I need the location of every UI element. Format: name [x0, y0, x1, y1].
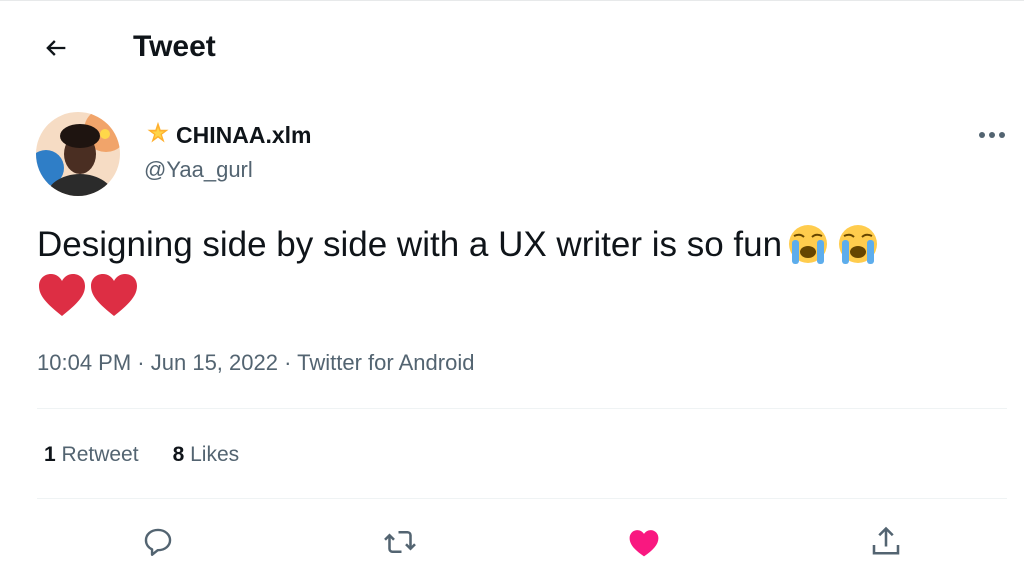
divider	[37, 498, 1007, 499]
red-heart-icon	[39, 274, 85, 316]
page-title: Tweet	[133, 30, 216, 63]
glowing-star-icon	[147, 121, 169, 143]
author-display-name[interactable]: CHINAA.xlm	[144, 120, 311, 150]
back-arrow-icon	[46, 40, 66, 56]
tweet-date[interactable]: Jun 15, 2022	[151, 350, 278, 375]
tweet-source[interactable]: Twitter for Android	[297, 350, 474, 375]
share-button[interactable]	[864, 520, 908, 564]
meta-separator: ·	[137, 350, 145, 375]
like-heart-filled-icon	[629, 530, 659, 557]
avatar[interactable]	[36, 112, 120, 196]
reply-button[interactable]	[136, 520, 180, 564]
tweet-text-content: Designing side by side with a UX writer …	[37, 225, 783, 264]
red-heart-icon	[91, 274, 137, 316]
tweet-text: Designing side by side with a UX writer …	[37, 222, 997, 268]
tweet-stats: 1 Retweet 8 Likes	[44, 440, 239, 470]
back-button[interactable]	[36, 28, 76, 68]
likes-count: 8	[172, 443, 185, 466]
divider	[37, 408, 1007, 409]
tweet-metadata: 10:04 PM · Jun 15, 2022 · Twitter for An…	[37, 348, 474, 378]
loudly-crying-face-icon	[789, 225, 828, 264]
author-name-text: CHINAA.xlm	[176, 122, 312, 148]
share-icon	[872, 526, 900, 555]
meta-separator: ·	[284, 350, 292, 375]
likes-label: Likes	[190, 443, 240, 466]
page-header: Tweet	[0, 0, 1024, 95]
retweet-button[interactable]	[378, 520, 422, 564]
tweet-time[interactable]: 10:04 PM	[37, 350, 131, 375]
tweet-actions-bar	[0, 520, 1024, 564]
likes-stat[interactable]: 8 Likes	[173, 440, 240, 470]
retweets-count: 1	[44, 443, 56, 466]
reply-icon	[144, 528, 172, 556]
like-button[interactable]	[622, 520, 666, 564]
more-options-button[interactable]	[970, 120, 1014, 150]
retweets-label: Retweet	[61, 443, 139, 466]
heart-emoji-line	[37, 272, 141, 318]
more-dots-icon	[979, 132, 1005, 138]
retweet-icon	[384, 530, 416, 554]
loudly-crying-face-icon	[839, 225, 878, 264]
author-handle[interactable]: @Yaa_gurl	[144, 156, 253, 184]
retweets-stat[interactable]: 1 Retweet	[44, 440, 139, 470]
